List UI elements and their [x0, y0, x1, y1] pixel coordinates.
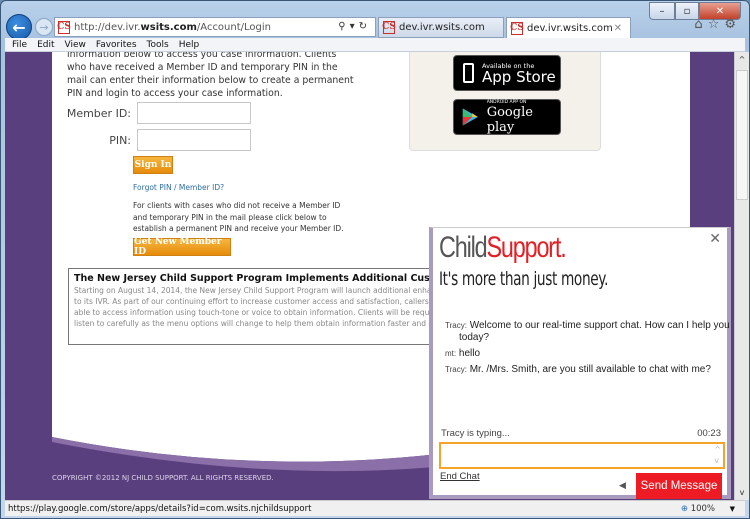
menu-view[interactable]: View [65, 40, 86, 50]
refresh-icon[interactable]: ↻ [359, 21, 371, 32]
scrollbar-thumb[interactable] [736, 70, 748, 200]
pin-row: PIN: [61, 129, 251, 151]
member-id-row: Member ID: [61, 102, 251, 124]
chat-widget: ✕ ChildSupport. It's more than just mone… [429, 227, 731, 499]
member-id-input[interactable] [137, 102, 251, 124]
tab-favicon-icon: CS [382, 21, 396, 34]
toolbar-icons: ⌂☆⚙ [694, 17, 741, 32]
pin-input[interactable] [137, 129, 251, 151]
message-sender: Tracy: [445, 365, 467, 374]
vertical-scrollbar[interactable]: ^ v [734, 52, 749, 500]
news-body: Starting on August 14, 2014, the New Jer… [74, 286, 448, 328]
app-store-big-text: App Store [482, 67, 556, 86]
zoom-level[interactable]: ⊕ 100% [681, 504, 715, 514]
chat-messages: Tracy: Welcome to our real-time support … [445, 320, 730, 380]
tab-active[interactable]: CS dev.ivr.wsits.com ✕ [506, 17, 631, 38]
favorites-star-icon[interactable]: ☆ [708, 17, 725, 32]
message-sender: Tracy: [445, 321, 467, 330]
pin-label: PIN: [109, 133, 131, 147]
url-domain: wsits.com [140, 21, 197, 33]
tab-close-icon[interactable]: ✕ [614, 23, 622, 34]
news-title: The New Jersey Child Support Program Imp… [74, 273, 447, 284]
menu-bar: File Edit View Favorites Tools Help [5, 38, 745, 52]
message-text: Mr. /Mrs. Smith, are you still available… [469, 364, 711, 375]
menu-file[interactable]: File [12, 40, 27, 50]
google-play-button[interactable]: ANDROID APP ON Google play [453, 99, 561, 135]
home-icon[interactable]: ⌂ [694, 17, 707, 32]
play-triangle-icon [462, 108, 478, 126]
address-url[interactable]: http://dev.ivr.wsits.com/Account/Login [74, 22, 271, 33]
chevron-up-icon[interactable]: ^ [714, 445, 721, 454]
logo-support: Support. [486, 231, 566, 264]
url-prefix: http://dev.ivr. [74, 21, 141, 33]
message-text-cont: today? [459, 332, 490, 343]
chat-tagline: It's more than just money. [439, 268, 609, 290]
gear-icon[interactable]: ⚙ [724, 17, 741, 32]
forward-arrow-icon: → [39, 20, 49, 34]
chevron-down-icon[interactable]: v [714, 456, 719, 465]
chat-message: Tracy: Welcome to our real-time support … [445, 320, 730, 344]
search-icon[interactable]: ⚲ [338, 21, 349, 32]
menu-help[interactable]: Help [179, 40, 200, 50]
back-button[interactable]: ← [6, 14, 32, 40]
childsupport-logo: ChildSupport. [439, 231, 567, 264]
message-text: hello [458, 348, 481, 359]
app-store-button[interactable]: Available on the App Store [453, 55, 561, 91]
zoom-dropdown-icon[interactable]: ▼ [730, 505, 735, 513]
phone-icon [463, 63, 474, 83]
tab-inactive[interactable]: CS dev.ivr.wsits.com [378, 17, 504, 38]
member-id-label: Member ID: [66, 106, 131, 120]
send-message-button[interactable]: Send Message [636, 473, 722, 499]
chat-close-icon[interactable]: ✕ [709, 231, 721, 247]
chat-message: Tracy: Mr. /Mrs. Smith, are you still av… [445, 364, 730, 376]
scroll-down-icon[interactable]: v [735, 485, 749, 500]
tab-favicon-icon: CS [510, 21, 524, 35]
tab-label: dev.ivr.wsits.com [527, 22, 613, 34]
message-sender: mt: [445, 349, 457, 358]
app-download-box: Available on the App Store ANDROID APP ON… [409, 52, 601, 151]
chat-message-input[interactable]: ^ v [439, 442, 725, 469]
forgot-pin-link[interactable]: Forgot PIN / Member ID? [133, 183, 224, 192]
logo-child: Child [439, 231, 488, 264]
forward-button[interactable]: → [35, 18, 53, 36]
scroll-up-icon[interactable]: ^ [735, 52, 749, 67]
dropdown-icon[interactable]: ▾ [350, 21, 359, 32]
typing-status: Tracy is typing... [441, 428, 510, 439]
menu-edit[interactable]: Edit [37, 40, 54, 50]
site-favicon-icon: CS [57, 20, 71, 34]
news-box: The New Jersey Child Support Program Imp… [68, 268, 448, 345]
no-member-id-text: For clients with cases who did not recei… [133, 201, 344, 233]
zoom-icon: ⊕ [680, 503, 688, 514]
menu-favorites[interactable]: Favorites [96, 40, 137, 50]
message-text: Welcome to our real-time support chat. H… [469, 320, 730, 331]
speaker-icon[interactable]: ◀ [619, 481, 626, 491]
status-bar: https://play.google.com/store/apps/detai… [5, 500, 745, 516]
menu-tools[interactable]: Tools [147, 40, 169, 50]
zoom-value: 100% [690, 503, 715, 514]
address-bar[interactable]: CS http://dev.ivr.wsits.com/Account/Logi… [54, 17, 376, 37]
tab-label: dev.ivr.wsits.com [399, 22, 485, 33]
end-chat-link[interactable]: End Chat [440, 471, 480, 482]
chat-timer: 00:23 [697, 428, 721, 439]
chat-message: mt: hello [445, 348, 730, 360]
back-arrow-icon: ← [12, 17, 26, 37]
url-path: /Account/Login [196, 21, 271, 33]
input-scroll-icons: ^ v [714, 444, 721, 466]
google-play-big-text: Google play [486, 104, 533, 135]
address-actions: ⚲▾↻ [338, 21, 371, 32]
status-url: https://play.google.com/store/apps/detai… [8, 503, 312, 514]
intro-text: information below to access you case inf… [67, 52, 354, 99]
browser-window: – ▫ ✕ ← → CS http://dev.ivr.wsits.com/Ac… [0, 0, 750, 519]
sign-in-button[interactable]: Sign In [133, 156, 173, 174]
get-new-member-id-button[interactable]: Get New Member ID [133, 237, 231, 257]
navigation-bar: ← → CS http://dev.ivr.wsits.com/Account/… [1, 14, 749, 40]
copyright-text: COPYRIGHT ©2012 NJ CHILD SUPPORT. ALL RI… [52, 474, 274, 482]
